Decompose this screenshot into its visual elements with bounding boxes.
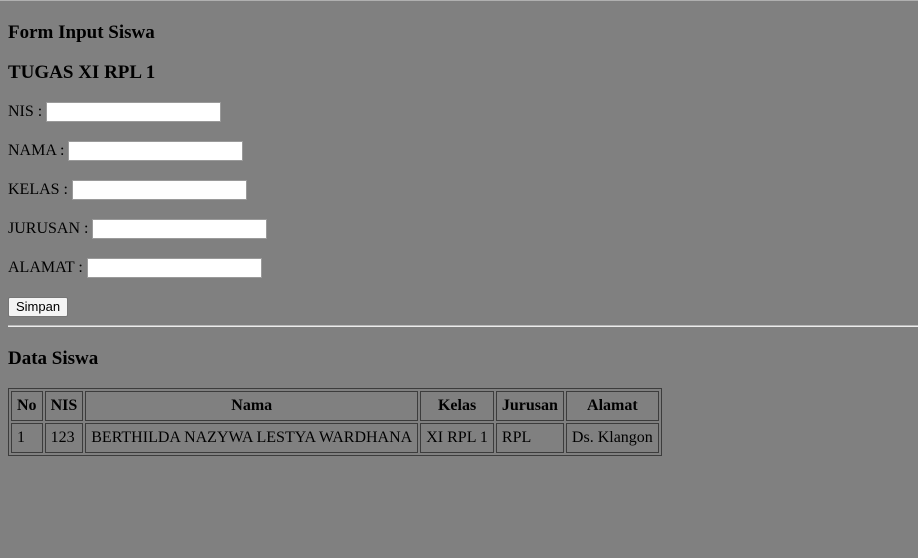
- cell-nis: 123: [44, 423, 84, 453]
- nama-row: NAMA :: [8, 140, 244, 162]
- cell-nama: BERTHILDA NAZYWA LESTYA WARDHANA: [85, 423, 419, 453]
- nis-row: NIS :: [8, 101, 222, 123]
- cell-jurusan: RPL: [495, 423, 564, 453]
- table-header-row: No NIS Nama Kelas Jurusan Alamat: [11, 391, 659, 421]
- column-header-alamat: Alamat: [565, 391, 659, 421]
- cell-alamat: Ds. Klangon: [565, 423, 659, 453]
- jurusan-label: JURUSAN :: [8, 220, 89, 237]
- kelas-input[interactable]: [72, 180, 247, 200]
- form-title: Form Input Siswa: [8, 22, 155, 43]
- divider: [8, 325, 918, 327]
- column-header-no: No: [11, 391, 43, 421]
- kelas-row: KELAS :: [8, 179, 247, 201]
- column-header-jurusan: Jurusan: [495, 391, 564, 421]
- alamat-input[interactable]: [86, 258, 262, 278]
- jurusan-input[interactable]: [92, 219, 268, 239]
- column-header-nama: Nama: [85, 391, 419, 421]
- cell-no: 1: [11, 423, 43, 453]
- kelas-label: KELAS :: [8, 181, 68, 198]
- nama-input[interactable]: [68, 141, 244, 161]
- alamat-row: ALAMAT :: [8, 257, 262, 279]
- jurusan-row: JURUSAN :: [8, 218, 268, 240]
- page: Form Input Siswa TUGAS XI RPL 1 NIS : NA…: [0, 0, 918, 558]
- simpan-button[interactable]: Simpan: [8, 297, 69, 317]
- data-section-title: Data Siswa: [8, 348, 99, 369]
- nis-input[interactable]: [46, 102, 222, 122]
- table-row: 1 123 BERTHILDA NAZYWA LESTYA WARDHANA X…: [11, 423, 659, 453]
- nis-label: NIS :: [8, 103, 43, 120]
- alamat-label: ALAMAT :: [8, 259, 83, 276]
- data-siswa-table: No NIS Nama Kelas Jurusan Alamat 1 123 B…: [8, 388, 662, 456]
- column-header-nis: NIS: [44, 391, 84, 421]
- column-header-kelas: Kelas: [420, 391, 494, 421]
- form-subtitle: TUGAS XI RPL 1: [8, 62, 156, 83]
- cell-kelas: XI RPL 1: [420, 423, 494, 453]
- nama-label: NAMA :: [8, 142, 65, 159]
